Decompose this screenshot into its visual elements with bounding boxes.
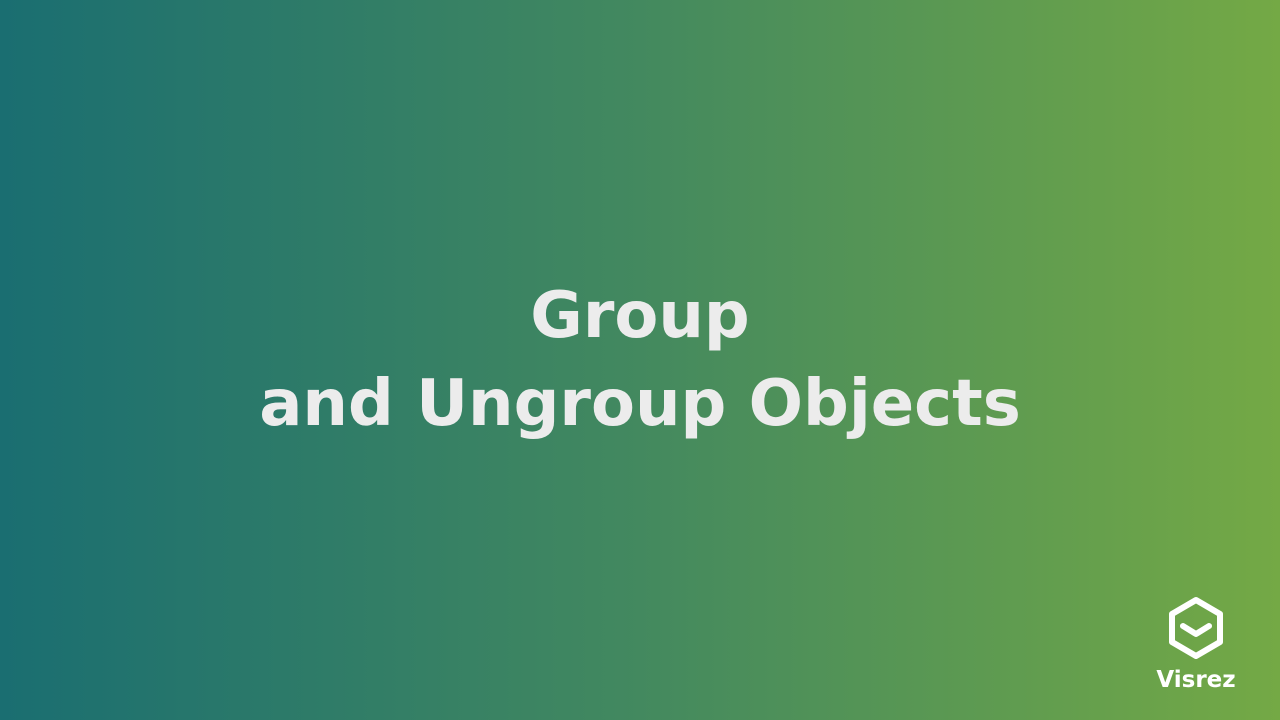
- slide-title: Group and Ungroup Objects: [0, 272, 1280, 448]
- slide-title-line-1: Group: [530, 279, 750, 353]
- slide-title-line-2: and Ungroup Objects: [259, 367, 1021, 441]
- title-slide: Group and Ungroup Objects Visrez: [0, 0, 1280, 720]
- visrez-logo-icon: [1169, 597, 1223, 659]
- brand-logo: Visrez: [1150, 596, 1242, 694]
- brand-name: Visrez: [1156, 667, 1236, 693]
